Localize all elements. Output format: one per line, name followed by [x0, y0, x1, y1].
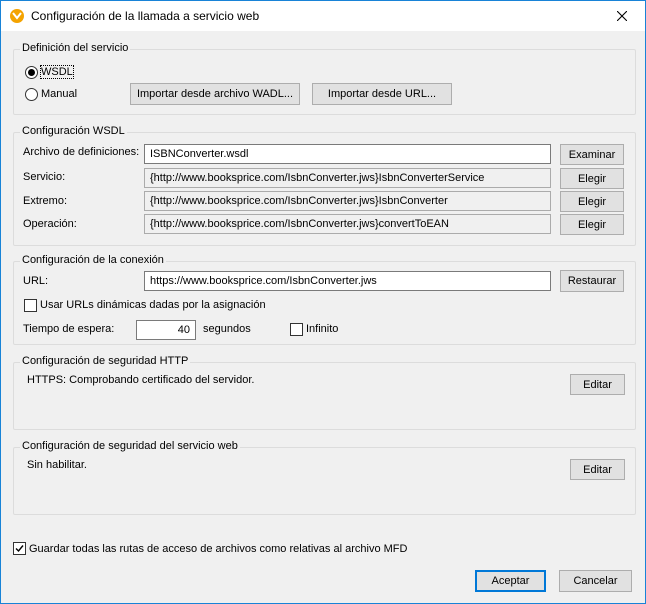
close-icon	[617, 11, 627, 21]
ws-security-label: Configuración de seguridad del servicio …	[20, 440, 240, 452]
cancel-button[interactable]: Cancelar	[559, 570, 632, 592]
manual-radio-label[interactable]: Manual	[41, 88, 77, 100]
timeout-unit-label: segundos	[203, 323, 251, 335]
url-label: URL:	[23, 275, 49, 287]
import-url-button[interactable]: Importar desde URL...	[312, 83, 452, 105]
service-field: {http://www.booksprice.com/IsbnConverter…	[144, 168, 551, 188]
definitions-file-field[interactable]: ISBNConverter.wsdl	[144, 144, 551, 164]
relative-paths-checkbox[interactable]	[13, 542, 26, 555]
service-label: Servicio:	[23, 171, 66, 183]
http-security-label: Configuración de seguridad HTTP	[20, 355, 191, 367]
wsdl-radio[interactable]	[25, 66, 38, 79]
import-wadl-button[interactable]: Importar desde archivo WADL...	[130, 83, 300, 105]
operation-field: {http://www.booksprice.com/IsbnConverter…	[144, 214, 551, 234]
timeout-label: Tiempo de espera:	[23, 323, 115, 335]
http-security-group: Configuración de seguridad HTTP	[13, 355, 636, 430]
service-definition-label: Definición del servicio	[20, 42, 131, 54]
edit-ws-security-button[interactable]: Editar	[570, 459, 625, 480]
relative-paths-label[interactable]: Guardar todas las rutas de acceso de arc…	[29, 543, 407, 555]
checkmark-icon	[15, 545, 24, 553]
definitions-file-label: Archivo de definiciones:	[23, 146, 140, 158]
timeout-field[interactable]: 40	[136, 320, 196, 340]
window-title: Configuración de la llamada a servicio w…	[31, 9, 260, 23]
restore-button[interactable]: Restaurar	[560, 270, 624, 292]
wsdl-config-label: Configuración WSDL	[20, 125, 127, 137]
service-definition-group: Definición del servicio	[13, 42, 636, 115]
edit-http-security-button[interactable]: Editar	[570, 374, 625, 395]
dialog-window: Configuración de la llamada a servicio w…	[0, 0, 646, 604]
endpoint-field: {http://www.booksprice.com/IsbnConverter…	[144, 191, 551, 211]
choose-endpoint-button[interactable]: Elegir	[560, 191, 624, 212]
ws-security-status: Sin habilitar.	[27, 459, 87, 471]
http-security-status: HTTPS: Comprobando certificado del servi…	[27, 374, 255, 386]
browse-button[interactable]: Examinar	[560, 144, 624, 165]
mapforce-logo-icon	[10, 9, 24, 23]
title-bar: Configuración de la llamada a servicio w…	[1, 1, 645, 31]
choose-service-button[interactable]: Elegir	[560, 168, 624, 189]
choose-operation-button[interactable]: Elegir	[560, 214, 624, 235]
operation-label: Operación:	[23, 218, 77, 230]
manual-radio[interactable]	[25, 88, 38, 101]
ok-button[interactable]: Aceptar	[475, 570, 546, 592]
ws-security-group: Configuración de seguridad del servicio …	[13, 440, 636, 515]
dynamic-urls-checkbox[interactable]	[24, 299, 37, 312]
dynamic-urls-label[interactable]: Usar URLs dinámicas dadas por la asignac…	[40, 299, 266, 311]
url-field[interactable]: https://www.booksprice.com/IsbnConverter…	[144, 271, 551, 291]
close-button[interactable]	[599, 1, 645, 31]
endpoint-label: Extremo:	[23, 195, 68, 207]
infinite-checkbox[interactable]	[290, 323, 303, 336]
wsdl-radio-label[interactable]: WSDL	[40, 65, 74, 79]
connection-label: Configuración de la conexión	[20, 254, 166, 266]
infinite-label[interactable]: Infinito	[306, 323, 338, 335]
